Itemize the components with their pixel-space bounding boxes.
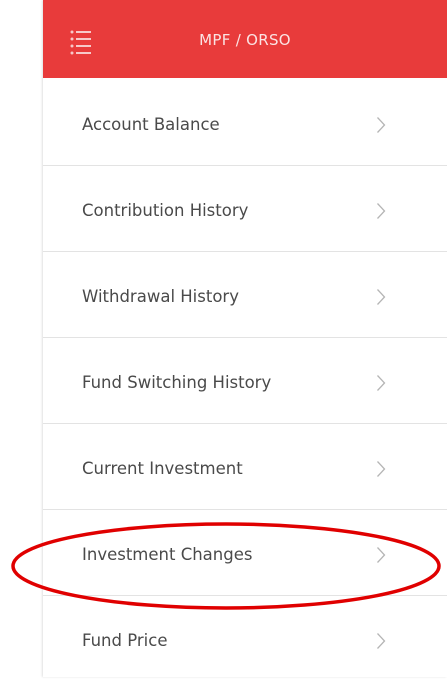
menu-item-current-investment[interactable]: Current Investment <box>43 424 447 510</box>
menu-item-label: Withdrawal History <box>82 287 239 306</box>
menu-item-contribution-history[interactable]: Contribution History <box>43 166 447 252</box>
menu-item-label: Fund Switching History <box>82 373 272 392</box>
page-title: MPF / ORSO <box>199 31 291 49</box>
menu-item-label: Contribution History <box>82 201 249 220</box>
chevron-right-icon <box>376 374 386 392</box>
chevron-right-icon <box>376 116 386 134</box>
menu-item-fund-price[interactable]: Fund Price <box>43 596 447 682</box>
menu-item-label: Current Investment <box>82 459 243 478</box>
menu-item-label: Fund Price <box>82 631 168 650</box>
app-header: MPF / ORSO <box>43 0 447 78</box>
mpf-orso-menu-list: Account Balance Contribution History Wit… <box>43 80 447 682</box>
menu-item-investment-changes[interactable]: Investment Changes <box>43 510 447 596</box>
menu-item-label: Investment Changes <box>82 545 253 564</box>
chevron-right-icon <box>376 632 386 650</box>
chevron-right-icon <box>376 546 386 564</box>
menu-item-fund-switching-history[interactable]: Fund Switching History <box>43 338 447 424</box>
mpf-orso-menu-panel: MPF / ORSO Account Balance Contribution … <box>43 0 447 677</box>
menu-item-account-balance[interactable]: Account Balance <box>43 80 447 166</box>
chevron-right-icon <box>376 202 386 220</box>
chevron-right-icon <box>376 288 386 306</box>
chevron-right-icon <box>376 460 386 478</box>
menu-item-label: Account Balance <box>82 115 220 134</box>
menu-item-withdrawal-history[interactable]: Withdrawal History <box>43 252 447 338</box>
